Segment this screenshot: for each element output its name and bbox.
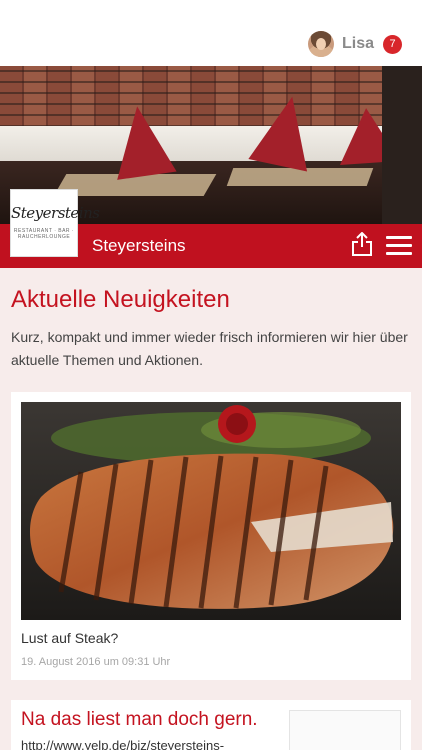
notification-badge[interactable]: 7 xyxy=(383,34,402,54)
restaurant-logo[interactable]: Steyersteins RESTAURANT · BAR · RAUCHERL… xyxy=(10,189,100,257)
logo-subtext: RESTAURANT · BAR · RAUCHERLOUNGE xyxy=(13,228,75,240)
hamburger-menu-icon[interactable] xyxy=(386,236,412,256)
share-icon[interactable] xyxy=(351,232,373,256)
user-name[interactable]: Lisa xyxy=(342,35,374,53)
restaurant-name: Steyersteins xyxy=(92,236,186,255)
steak-photo[interactable] xyxy=(21,402,401,620)
intro-text: Kurz, kompakt und immer wieder frisch in… xyxy=(11,329,408,368)
news-card-title[interactable]: Na das liest man doch gern. xyxy=(21,709,258,731)
news-section: Aktuelle Neuigkeiten Kurz, kompakt und i… xyxy=(0,268,422,750)
news-card[interactable]: Lust auf Steak? 19. August 2016 um 09:31… xyxy=(11,392,411,680)
user-profile[interactable]: Lisa 7 xyxy=(307,30,402,58)
avatar[interactable] xyxy=(307,31,334,57)
news-card[interactable]: Na das liest man doch gern. http://www.y… xyxy=(11,700,411,750)
news-card-link[interactable]: http://www.yelp.de/biz/steyersteins- xyxy=(21,738,261,750)
page-title: Aktuelle Neuigkeiten xyxy=(11,286,230,313)
top-bar: Lisa 7 xyxy=(0,0,422,66)
news-card-title[interactable]: Lust auf Steak? xyxy=(21,630,118,646)
logo-script: Steyersteins xyxy=(11,204,100,222)
news-card-thumbnail[interactable] xyxy=(289,710,401,750)
news-card-date: 19. August 2016 um 09:31 Uhr xyxy=(21,656,171,668)
